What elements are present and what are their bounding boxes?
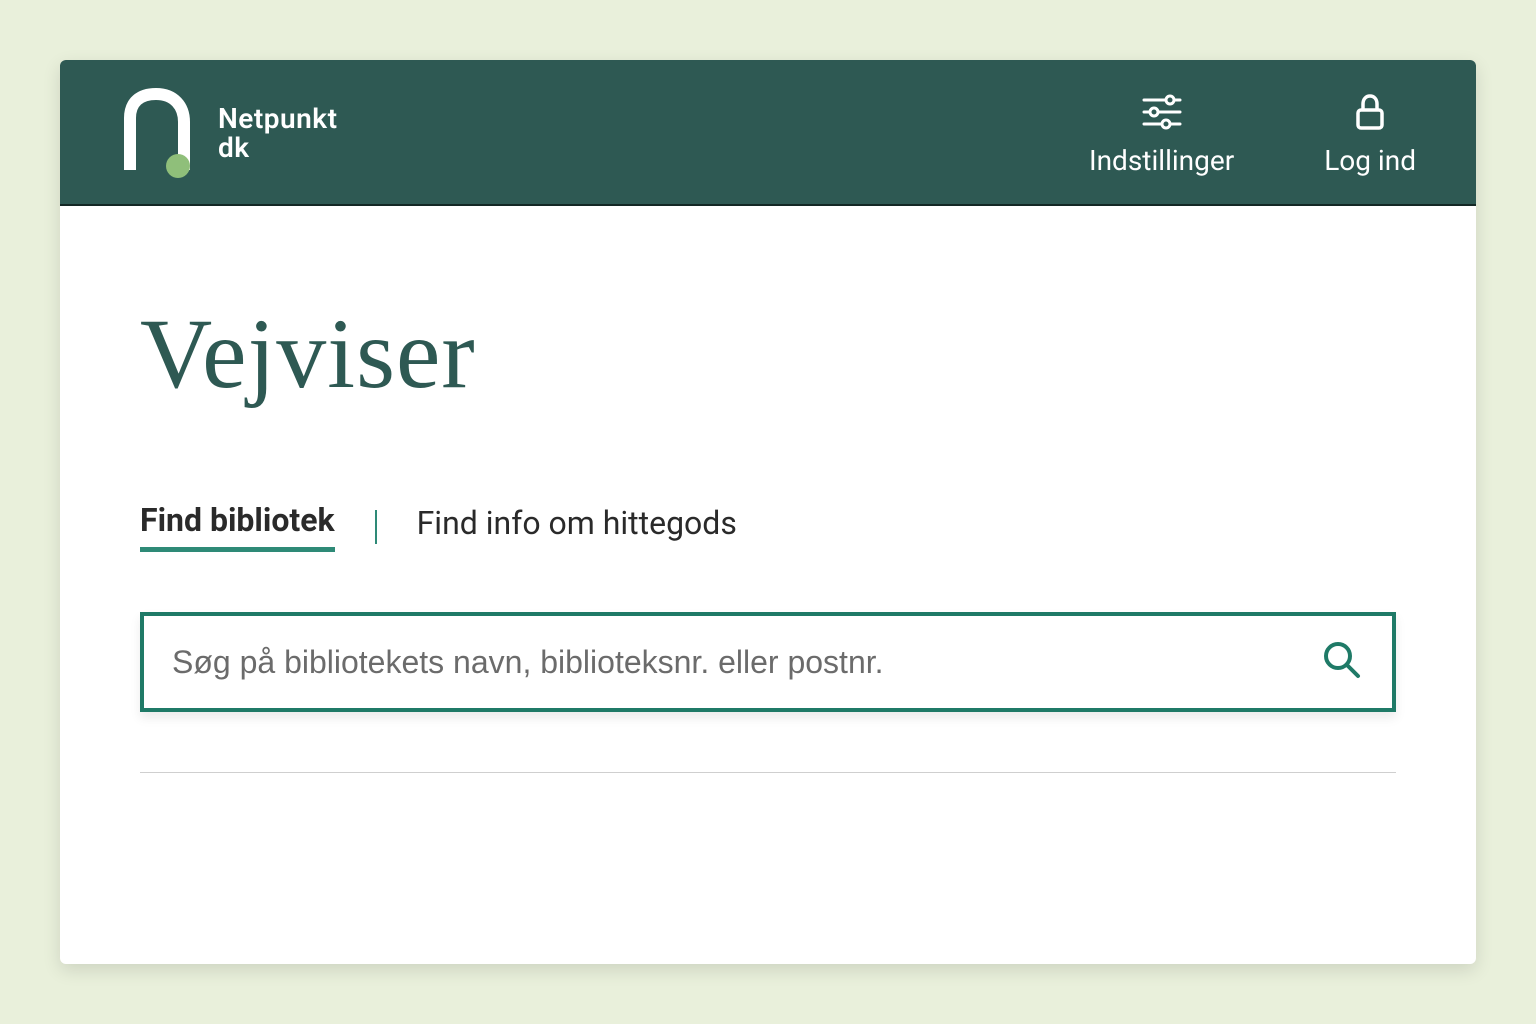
- page-title: Vejviser: [140, 296, 1396, 411]
- login-button[interactable]: Log ind: [1324, 90, 1416, 177]
- search-input[interactable]: [172, 644, 1320, 681]
- lock-icon: [1348, 90, 1392, 134]
- search-button[interactable]: [1320, 640, 1364, 684]
- search-icon: [1320, 638, 1364, 686]
- settings-label: Indstillinger: [1089, 144, 1234, 177]
- brand-line2: dk: [218, 133, 338, 162]
- section-divider: [140, 772, 1396, 773]
- brand-logo-icon: [120, 88, 200, 178]
- tab-find-bibliotek[interactable]: Find bibliotek: [140, 501, 335, 552]
- login-label: Log ind: [1324, 144, 1416, 177]
- brand[interactable]: Netpunkt dk: [120, 88, 338, 178]
- brand-line1: Netpunkt: [218, 104, 338, 133]
- sliders-icon: [1140, 90, 1184, 134]
- app-header: Netpunkt dk Indstillinger: [60, 60, 1476, 206]
- app-card: Netpunkt dk Indstillinger: [60, 60, 1476, 964]
- header-actions: Indstillinger Log ind: [1089, 90, 1416, 177]
- search-box: [140, 612, 1396, 712]
- tabs: Find bibliotek Find info om hittegods: [140, 501, 1396, 552]
- main-content: Vejviser Find bibliotek Find info om hit…: [60, 206, 1476, 813]
- tab-separator: [375, 510, 377, 544]
- settings-button[interactable]: Indstillinger: [1089, 90, 1234, 177]
- tab-find-hittegods[interactable]: Find info om hittegods: [417, 504, 737, 550]
- brand-text: Netpunkt dk: [218, 104, 338, 163]
